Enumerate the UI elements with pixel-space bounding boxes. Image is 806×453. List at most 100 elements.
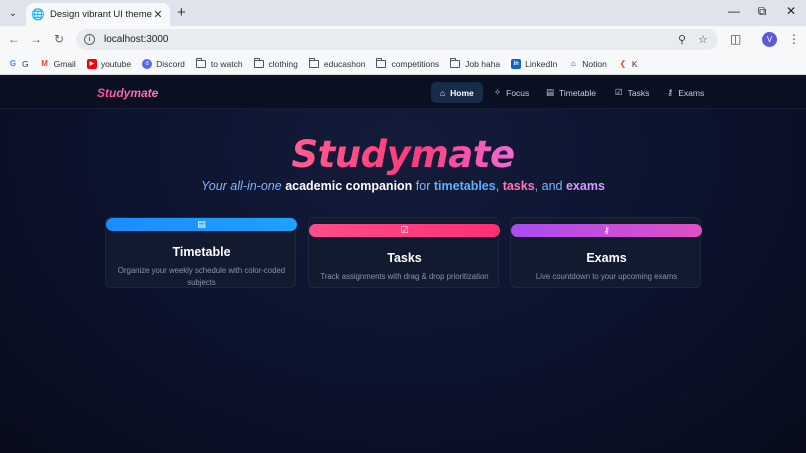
brand-logo[interactable]: Studymate <box>97 86 158 100</box>
folder-icon <box>253 57 264 68</box>
bookmark-gmail[interactable]: M Gmail <box>40 59 76 69</box>
bookmark-label: K <box>631 58 638 69</box>
bookmark-star-icon[interactable]: ☆ <box>698 33 708 46</box>
hero-title: Studymate <box>0 133 806 176</box>
bookmark-label: Discord <box>156 58 185 69</box>
bookmark-k[interactable]: ❮ K <box>618 59 638 69</box>
nav-home[interactable]: ⌂ Home <box>431 82 483 103</box>
checkbox-icon: ☑ <box>615 87 623 97</box>
folder-icon <box>450 57 461 68</box>
bookmark-youtube[interactable]: ▶ youtube <box>86 58 132 69</box>
tab-close-icon[interactable]: ✕ <box>152 8 164 21</box>
checkbox-icon: ☑ <box>400 225 409 235</box>
bookmark-label: Notion <box>582 58 607 69</box>
nav-label: Tasks <box>627 87 650 98</box>
tagline-part: tasks <box>502 179 535 193</box>
google-icon: G <box>9 59 17 68</box>
tagline-part: academic companion <box>285 179 413 193</box>
bookmark-folder-job-haha[interactable]: Job haha <box>450 57 501 69</box>
bookmark-discord[interactable]: d Discord <box>142 58 185 69</box>
browser-tab[interactable]: 🌐 Design vibrant UI theme ✕ <box>26 3 170 26</box>
feature-card-exams[interactable]: ⚷ Exams Live countdown to your upcoming … <box>510 217 702 288</box>
profile-avatar[interactable]: V <box>762 32 777 47</box>
bookmark-label: G <box>22 58 29 69</box>
tagline-part: for <box>415 179 431 193</box>
bookmarks-bar: G G M Gmail ▶ youtube d Discord to watch… <box>0 53 806 75</box>
feature-card-tasks[interactable]: ☑ Tasks Track assignments with drag & dr… <box>308 217 500 288</box>
card-title: Exams <box>586 251 627 265</box>
sparkle-icon: ✧ <box>494 87 502 97</box>
bookmark-notion[interactable]: ⌂ Notion <box>568 59 607 69</box>
folder-icon <box>195 57 206 68</box>
bookmark-folder-to-watch[interactable]: to watch <box>195 57 243 69</box>
bookmark-folder-competitions[interactable]: competitions <box>376 57 440 69</box>
gmail-icon: M <box>41 59 48 68</box>
calendar-icon: ▤ <box>197 219 206 229</box>
calendar-icon: ▤ <box>546 87 555 97</box>
home-icon: ⌂ <box>440 87 446 98</box>
k-icon: ❮ <box>619 59 627 68</box>
folder-icon <box>308 57 319 68</box>
nav-tasks[interactable]: ☑ Tasks <box>606 82 658 103</box>
site-info-icon[interactable]: i <box>84 34 95 45</box>
bookmark-label: educashon <box>323 58 366 69</box>
tagline-part: timetables <box>433 179 496 193</box>
more-menu-icon[interactable]: ⋮ <box>788 32 800 46</box>
extensions-icon[interactable]: ◫ <box>730 32 741 46</box>
restore-button[interactable]: ⧉ <box>752 4 772 19</box>
new-tab-button[interactable]: + <box>177 5 186 20</box>
card-header-bar: ☑ <box>309 224 500 237</box>
tab-strip: ⌄ 🌐 Design vibrant UI theme ✕ + — ⧉ ✕ <box>0 0 806 26</box>
minimize-button[interactable]: — <box>724 4 744 18</box>
close-window-button[interactable]: ✕ <box>781 4 801 18</box>
nav-timetable[interactable]: ▤ Timetable <box>537 82 605 103</box>
address-bar[interactable]: i localhost:3000 ⚲ ☆ <box>76 29 718 50</box>
bookmark-label: to watch <box>210 58 243 69</box>
nav-label: Timetable <box>559 87 597 98</box>
app-navbar: Studymate ⌂ Home ✧ Focus ▤ Timetable ☑ T… <box>0 76 806 109</box>
bookmark-label: competitions <box>391 58 440 69</box>
bookmark-folder-clothing[interactable]: clothing <box>253 57 298 69</box>
tagline-part: , and <box>534 179 563 193</box>
nav-label: Exams <box>678 87 705 98</box>
card-header-bar: ▤ <box>106 218 297 231</box>
nav-label: Home <box>450 87 474 98</box>
globe-icon: 🌐 <box>31 9 45 21</box>
tagline-part: Your all-in-one <box>201 179 282 193</box>
tab-title: Design vibrant UI theme <box>50 9 152 20</box>
hero-tagline: Your all-in-one academic companion for t… <box>0 179 806 193</box>
tab-search-button[interactable]: ⌄ <box>6 6 20 20</box>
nav-label: Focus <box>506 87 530 98</box>
card-title: Timetable <box>172 245 231 259</box>
hero-title-text: Studymate <box>291 133 515 176</box>
tagline-part: exams <box>565 179 605 193</box>
forward-button[interactable]: → <box>28 32 44 46</box>
nav-focus[interactable]: ✧ Focus <box>485 82 538 103</box>
bookmark-label: Job haha <box>465 58 501 69</box>
youtube-icon: ▶ <box>86 58 97 69</box>
bookmark-label: LinkedIn <box>525 58 558 69</box>
nav-exams[interactable]: ⚷ Exams <box>658 82 713 103</box>
bookmark-label: Gmail <box>53 58 76 69</box>
card-description: Track assignments with drag & drop prior… <box>320 272 489 281</box>
discord-icon: d <box>142 58 153 69</box>
folder-icon <box>376 57 387 68</box>
url-text[interactable]: localhost:3000 <box>104 34 169 45</box>
notion-icon: ⌂ <box>570 59 576 68</box>
linkedin-icon: in <box>511 58 522 69</box>
browser-toolbar: ← → ↻ i localhost:3000 ⚲ ☆ ◫ V ⋮ <box>0 26 806 53</box>
reload-button[interactable]: ↻ <box>51 32 67 46</box>
tagline-part: , <box>495 179 500 193</box>
bookmark-folder-educashon[interactable]: educashon <box>308 57 366 69</box>
card-header-bar: ⚷ <box>511 224 702 237</box>
trophy-icon: ⚷ <box>603 225 610 235</box>
feature-card-timetable[interactable]: ▤ Timetable Organize your weekly schedul… <box>105 217 297 288</box>
bookmark-label: youtube <box>100 58 132 69</box>
bookmark-linkedin[interactable]: in LinkedIn <box>511 58 558 69</box>
zoom-icon[interactable]: ⚲ <box>678 33 686 46</box>
bookmark-google[interactable]: G G <box>8 59 29 69</box>
card-description: Live countdown to your upcoming exams <box>535 272 678 281</box>
back-button[interactable]: ← <box>6 32 22 46</box>
bookmark-label: clothing <box>268 58 298 69</box>
app-viewport: Studymate ⌂ Home ✧ Focus ▤ Timetable ☑ T… <box>0 76 806 453</box>
